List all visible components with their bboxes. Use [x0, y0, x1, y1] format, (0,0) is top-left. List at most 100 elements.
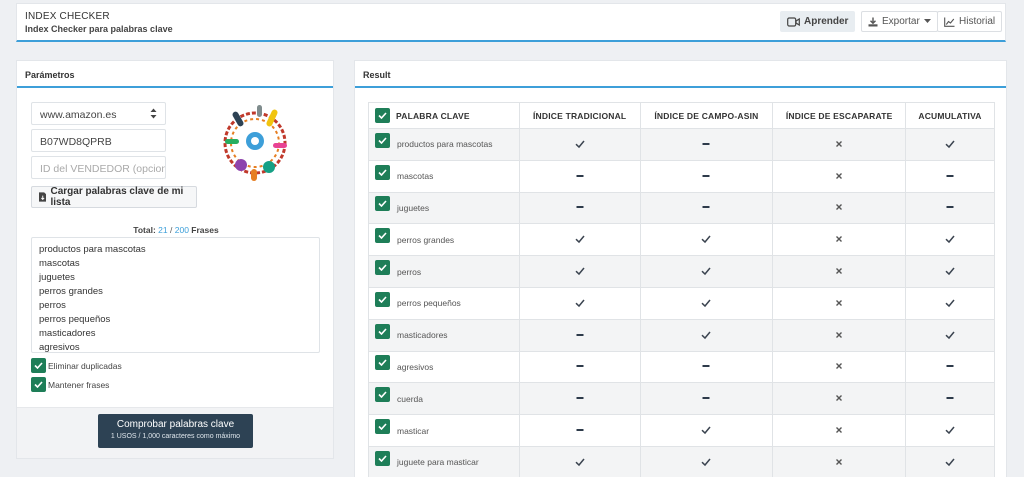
- keyword-line: masticadores: [39, 328, 96, 339]
- row-checkbox[interactable]: [375, 260, 390, 276]
- status-cell-acumulativa: [905, 223, 995, 257]
- status-indicator: [833, 201, 845, 213]
- check-icon: [701, 426, 711, 435]
- check-icon: [701, 299, 711, 307]
- status-indicator: [574, 392, 586, 404]
- video-camera-icon: [787, 16, 800, 27]
- status-indicator: [944, 233, 956, 245]
- asin-input[interactable]: B07WD8QPRB: [31, 129, 166, 152]
- check-keywords-button[interactable]: Comprobar palabras clave 1 USOS / 1,000 …: [98, 414, 253, 448]
- row-checkbox[interactable]: [375, 419, 390, 435]
- header-bar: INDEX CHECKER Index Checker para palabra…: [16, 3, 1006, 42]
- row-checkbox[interactable]: [375, 228, 390, 244]
- keyword-text: masticar: [397, 425, 430, 436]
- check-icon: [575, 267, 585, 276]
- keyword-text: juguetes: [397, 202, 430, 213]
- keywords-textarea[interactable]: productos para mascotas mascotas juguetes p…: [31, 237, 320, 353]
- col-keyword[interactable]: PALABRA CLAVE: [368, 102, 520, 129]
- row-checkbox[interactable]: [375, 323, 390, 339]
- row-checkbox[interactable]: [375, 355, 390, 371]
- row-checkbox[interactable]: [375, 387, 390, 403]
- table-row: agresivos: [368, 350, 995, 384]
- status-cell-acumulativa: [905, 318, 995, 352]
- result-title: Result: [355, 61, 1006, 88]
- status-indicator: [833, 138, 845, 150]
- status-indicator: [944, 456, 956, 468]
- remove-duplicates-checkbox[interactable]: [31, 358, 46, 373]
- checkmark-icon: [378, 232, 387, 240]
- row-checkbox[interactable]: [375, 132, 390, 148]
- status-cell-traditional: [518, 128, 641, 161]
- col-keyword-label: PALABRA CLAVE: [396, 110, 470, 121]
- keyword-cell: perros pequeños: [368, 286, 520, 320]
- export-dropdown[interactable]: Exportar: [861, 11, 938, 32]
- marketplace-select[interactable]: www.amazon.es: [31, 102, 166, 125]
- status-cell-escaparate: [772, 414, 907, 447]
- table-row: perros: [368, 255, 995, 288]
- row-checkbox[interactable]: [375, 450, 390, 466]
- status-cell-escaparate: [772, 318, 907, 352]
- dash-icon: [576, 429, 584, 432]
- keyword-text: juguete para masticar: [397, 457, 479, 468]
- select-all-checkbox[interactable]: [375, 108, 390, 123]
- keep-phrases-checkbox[interactable]: [31, 377, 46, 392]
- cross-icon: [836, 172, 843, 179]
- history-button[interactable]: Historial: [937, 11, 1003, 32]
- table-row: perros grandes: [368, 223, 995, 257]
- load-keywords-button[interactable]: Cargar palabras clave de mi lista: [31, 186, 197, 208]
- parameters-panel: Parámetros www.amazon.es B07WD8QPRB ID d…: [16, 60, 334, 459]
- keyword-line: productos para mascotas: [39, 244, 146, 255]
- parameters-title: Parámetros: [17, 61, 333, 88]
- keyword-cell: mascotas: [368, 159, 520, 193]
- check-keywords-sublabel: 1 USOS / 1,000 caracteres como máximo: [110, 433, 241, 440]
- app-subtitle: Index Checker para palabras clave: [25, 24, 173, 34]
- check-icon: [701, 331, 711, 339]
- check-icon: [575, 299, 585, 307]
- cross-icon: [836, 427, 843, 434]
- download-icon: [868, 17, 878, 26]
- keep-phrases-option[interactable]: Mantener frases: [31, 377, 109, 392]
- col-acumulativa[interactable]: ACUMULATIVA: [905, 102, 995, 129]
- status-indicator: [700, 360, 712, 372]
- status-cell-escaparate: [772, 128, 907, 161]
- status-indicator: [574, 297, 586, 309]
- keyword-text: cuerda: [397, 393, 423, 404]
- checkmark-icon: [378, 359, 387, 367]
- keyword-text: agresivos: [397, 361, 434, 372]
- status-indicator: [833, 329, 845, 341]
- check-icon: [701, 267, 711, 276]
- status-cell-campo-asin: [639, 223, 774, 257]
- check-icon: [945, 140, 955, 148]
- check-icon: [945, 458, 955, 466]
- keyword-cell: agresivos: [368, 350, 520, 384]
- line-chart-icon: [944, 17, 955, 27]
- table-row: masticar: [368, 414, 995, 447]
- dash-icon: [946, 174, 954, 177]
- status-cell-acumulativa: [905, 382, 995, 416]
- remove-duplicates-option[interactable]: Eliminar duplicadas: [31, 358, 122, 373]
- row-checkbox[interactable]: [375, 164, 390, 180]
- dash-icon: [576, 333, 584, 336]
- keyword-text: perros pequeños: [397, 298, 461, 309]
- status-cell-escaparate: [772, 382, 907, 416]
- seller-id-input[interactable]: ID del VENDEDOR (opcional: [31, 156, 166, 179]
- checkmark-icon: [378, 296, 387, 303]
- row-checkbox[interactable]: [375, 291, 390, 307]
- status-cell-campo-asin: [639, 382, 774, 416]
- learn-button[interactable]: Aprender: [780, 11, 856, 32]
- parameters-footer: Comprobar palabras clave 1 USOS / 1,000 …: [17, 407, 333, 458]
- keyword-line: perros pequeños: [39, 314, 111, 325]
- checkmark-icon: [378, 169, 387, 176]
- col-escaparate[interactable]: ÍNDICE DE ESCAPARATE: [772, 102, 907, 129]
- status-cell-traditional: [518, 318, 641, 352]
- dash-icon: [702, 174, 710, 177]
- keep-phrases-label: Mantener frases: [48, 379, 110, 390]
- check-icon: [701, 235, 711, 244]
- status-cell-acumulativa: [905, 191, 995, 225]
- keyword-cell: productos para mascotas: [368, 128, 520, 161]
- row-checkbox[interactable]: [375, 196, 390, 212]
- col-campo-asin[interactable]: ÍNDICE DE CAMPO-ASIN: [639, 102, 774, 129]
- status-indicator: [574, 265, 586, 277]
- keyword-cell: masticadores: [368, 318, 520, 352]
- col-traditional[interactable]: ÍNDICE TRADICIONAL: [518, 102, 641, 129]
